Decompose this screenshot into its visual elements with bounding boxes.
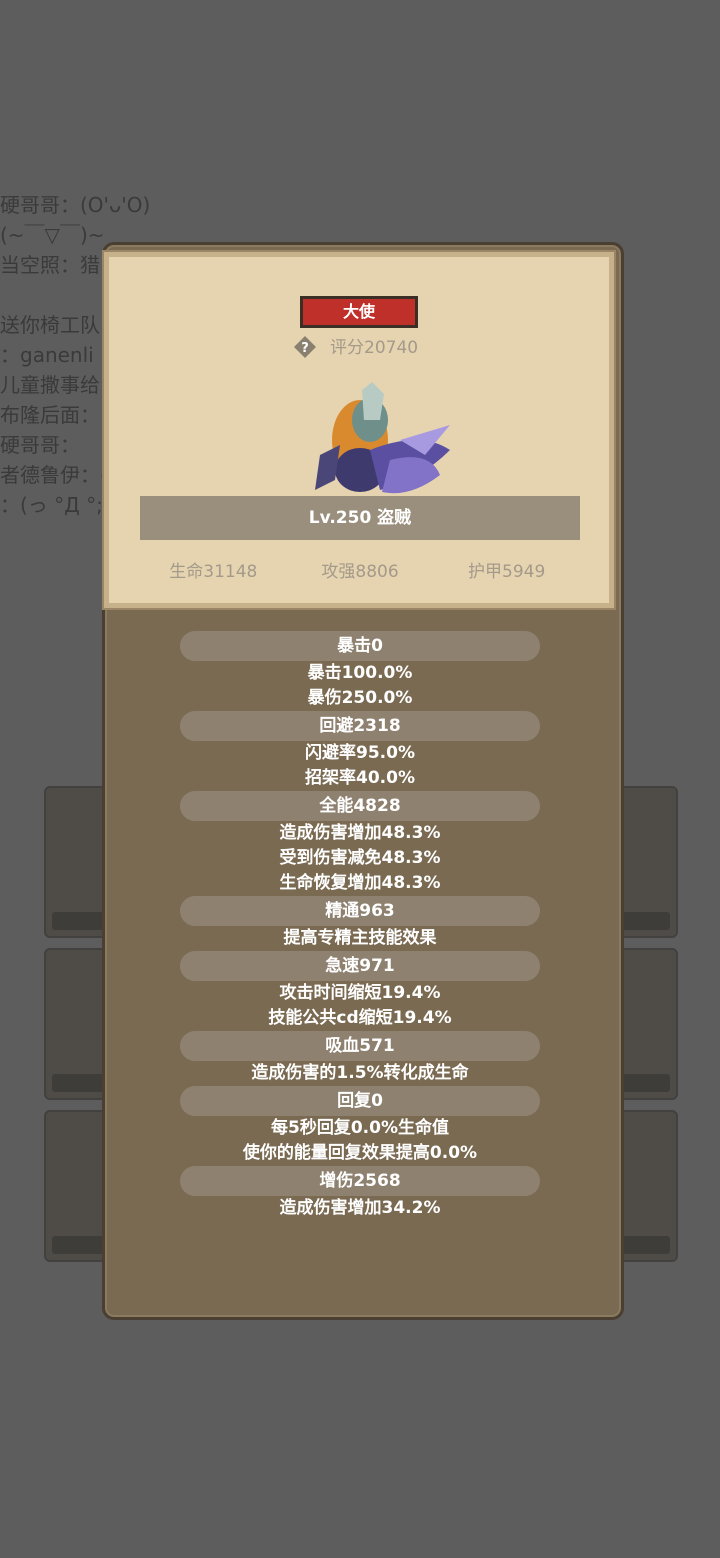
stat-line: 攻击时间缩短19.4% xyxy=(279,983,441,1003)
stat-line: 造成伤害增加34.2% xyxy=(279,1198,441,1218)
character-sprite xyxy=(315,382,450,494)
stat-line: 招架率40.0% xyxy=(305,768,415,788)
rank-badge: 大使 xyxy=(300,296,418,328)
stat-line: 提高专精主技能效果 xyxy=(283,928,437,948)
stat-line: 使你的能量回复效果提高0.0% xyxy=(242,1143,478,1163)
stat-header-avoidance: 回避2318 xyxy=(180,711,540,741)
stat-line: 生命恢复增加48.3% xyxy=(279,873,441,893)
stat-line: 每5秒回复0.0%生命值 xyxy=(271,1118,449,1138)
stat-line: 技能公共cd缩短19.4% xyxy=(268,1008,452,1028)
secondary-stats: 暴击0 暴击100.0% 暴伤250.0% 回避2318 闪避率95.0% 招架… xyxy=(102,631,618,1221)
stat-line: 受到伤害减免48.3% xyxy=(279,848,441,868)
stat-line: 暴击100.0% xyxy=(307,663,413,683)
base-stats: 生命31148 攻强8806 护甲5949 xyxy=(140,558,580,586)
stat-header-haste: 急速971 xyxy=(180,951,540,981)
stat-line: 造成伤害的1.5%转化成生命 xyxy=(251,1063,469,1083)
score-text: 评分20740 xyxy=(330,338,419,358)
character-name: Lv.250 盗贼 xyxy=(140,496,580,540)
stat-header-versatility: 全能4828 xyxy=(180,791,540,821)
stat-attack: 攻强8806 xyxy=(321,562,399,582)
stat-header-crit: 暴击0 xyxy=(180,631,540,661)
stat-line: 造成伤害增加48.3% xyxy=(279,823,441,843)
stat-line: 闪避率95.0% xyxy=(305,743,415,763)
stat-line: 暴伤250.0% xyxy=(307,688,413,708)
stat-header-damage-bonus: 增伤2568 xyxy=(180,1166,540,1196)
svg-text:?: ? xyxy=(301,341,309,356)
question-diamond-icon[interactable]: ? xyxy=(293,335,317,359)
stat-header-mastery: 精通963 xyxy=(180,896,540,926)
stat-header-regen: 回复0 xyxy=(180,1086,540,1116)
stat-health: 生命31148 xyxy=(169,562,258,582)
stat-armor: 护甲5949 xyxy=(468,562,546,582)
stat-header-leech: 吸血571 xyxy=(180,1031,540,1061)
